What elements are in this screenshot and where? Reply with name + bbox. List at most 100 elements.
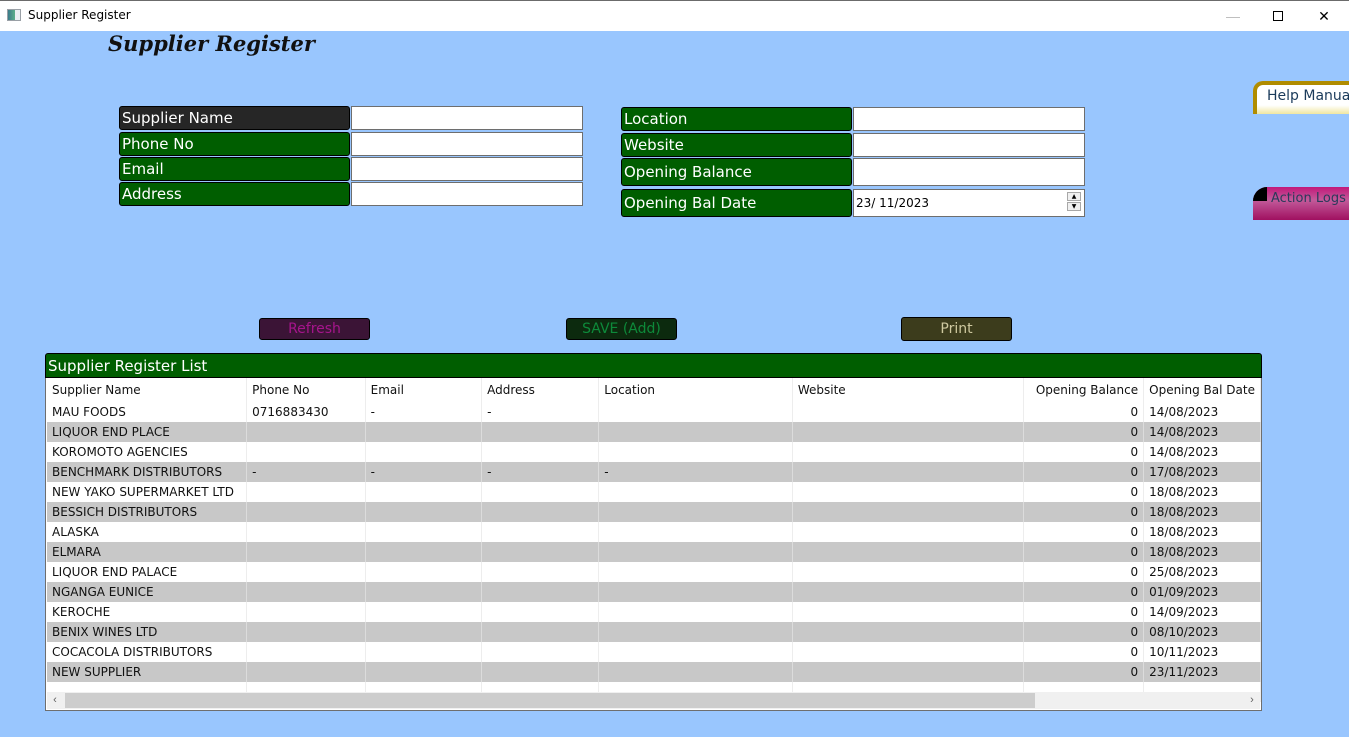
table-cell[interactable] [365,562,483,582]
phone-no-input[interactable] [351,132,583,156]
table-cell[interactable] [246,502,366,522]
table-cell[interactable]: BESSICH DISTRIBUTORS [47,502,248,522]
scroll-right-icon[interactable]: › [1244,692,1260,709]
table-cell[interactable]: BENCHMARK DISTRIBUTORS [47,462,248,482]
table-cell[interactable]: 0 [1023,422,1145,442]
scrollbar-thumb[interactable] [65,693,1035,708]
column-header[interactable]: Phone No [246,378,366,402]
table-cell[interactable] [246,482,366,502]
table-cell[interactable] [481,582,600,602]
table-cell[interactable]: 0 [1023,562,1145,582]
table-cell[interactable] [792,422,1025,442]
minimize-button[interactable]: — [1210,1,1256,31]
table-cell[interactable] [365,502,483,522]
help-manual-button[interactable]: Help Manual [1253,81,1349,114]
table-cell[interactable] [481,502,600,522]
horizontal-scrollbar[interactable]: ‹ › [47,692,1260,709]
column-header[interactable]: Email [365,378,483,402]
table-cell[interactable] [246,562,366,582]
spin-down-icon[interactable]: ▼ [1067,202,1081,211]
table-cell[interactable] [598,482,793,502]
table-cell[interactable]: - [481,402,600,422]
column-header[interactable]: Address [481,378,600,402]
table-row[interactable]: KOROMOTO AGENCIES 0 14/08/2023 [47,442,1261,462]
table-cell[interactable]: 0 [1023,622,1145,642]
table-cell[interactable] [792,402,1025,422]
table-cell[interactable] [598,582,793,602]
table-cell[interactable]: 0 [1023,662,1145,682]
table-cell[interactable] [365,482,483,502]
table-cell[interactable]: 08/10/2023 [1143,622,1261,642]
table-cell[interactable] [598,502,793,522]
refresh-button[interactable]: Refresh [259,318,370,340]
table-cell[interactable] [792,622,1025,642]
supplier-name-input[interactable] [351,106,583,130]
table-cell[interactable]: LIQUOR END PLACE [47,422,248,442]
table-cell[interactable]: NEW YAKO SUPERMARKET LTD [47,482,248,502]
table-cell[interactable] [481,422,600,442]
print-button[interactable]: Print [901,317,1012,341]
opening-bal-date-picker[interactable]: 23/ 11/2023 ▲ ▼ [853,189,1085,217]
table-cell[interactable]: - [246,462,366,482]
table-cell[interactable]: BENIX WINES LTD [47,622,248,642]
table-cell[interactable] [481,442,600,462]
table-cell[interactable]: 0 [1023,482,1145,502]
table-cell[interactable] [246,422,366,442]
table-cell[interactable]: - [365,462,483,482]
table-cell[interactable] [792,582,1025,602]
table-cell[interactable]: 0 [1023,522,1145,542]
table-cell[interactable] [481,542,600,562]
table-cell[interactable] [598,622,793,642]
table-cell[interactable] [792,462,1025,482]
table-cell[interactable] [481,622,600,642]
table-cell[interactable]: 17/08/2023 [1143,462,1261,482]
table-cell[interactable] [365,662,483,682]
table-cell[interactable] [792,602,1025,622]
table-cell[interactable] [365,602,483,622]
table-cell[interactable]: ALASKA [47,522,248,542]
opening-balance-input[interactable] [853,158,1085,186]
table-cell[interactable] [792,562,1025,582]
scroll-left-icon[interactable]: ‹ [47,692,63,709]
table-cell[interactable]: MAU FOODS [47,402,248,422]
table-cell[interactable] [246,642,366,662]
table-row[interactable]: KEROCHE 0 14/09/2023 [47,602,1261,622]
location-input[interactable] [853,107,1085,131]
table-cell[interactable]: - [481,462,600,482]
table-cell[interactable]: 0 [1023,542,1145,562]
table-cell[interactable] [365,642,483,662]
table-row[interactable]: COCACOLA DISTRIBUTORS 0 10/11/2023 [47,642,1261,662]
table-cell[interactable] [481,602,600,622]
table-cell[interactable] [481,562,600,582]
table-cell[interactable]: 10/11/2023 [1143,642,1261,662]
table-cell[interactable] [481,482,600,502]
table-cell[interactable] [365,622,483,642]
save-add-button[interactable]: SAVE (Add) [566,318,677,340]
table-cell[interactable]: NGANGA EUNICE [47,582,248,602]
table-cell[interactable]: 0716883430 [246,402,366,422]
table-cell[interactable]: 23/11/2023 [1143,662,1261,682]
table-cell[interactable] [481,662,600,682]
column-header[interactable]: Supplier Name [47,378,248,402]
table-cell[interactable] [246,522,366,542]
website-input[interactable] [853,133,1085,157]
table-cell[interactable]: 0 [1023,462,1145,482]
column-header[interactable]: Website [792,378,1025,402]
maximize-button[interactable] [1255,1,1301,31]
table-cell[interactable] [792,642,1025,662]
table-cell[interactable]: 0 [1023,402,1145,422]
table-row[interactable]: LIQUOR END PLACE 0 14/08/2023 [47,422,1261,442]
table-cell[interactable]: 14/08/2023 [1143,422,1261,442]
table-cell[interactable] [792,662,1025,682]
table-row[interactable]: BESSICH DISTRIBUTORS 0 18/08/2023 [47,502,1261,522]
table-cell[interactable] [598,402,793,422]
table-cell[interactable]: LIQUOR END PALACE [47,562,248,582]
table-cell[interactable] [792,482,1025,502]
table-cell[interactable]: 0 [1023,442,1145,462]
table-row[interactable]: LIQUOR END PALACE 0 25/08/2023 [47,562,1261,582]
spin-up-icon[interactable]: ▲ [1067,192,1081,201]
table-cell[interactable] [598,522,793,542]
address-input[interactable] [351,182,583,206]
table-cell[interactable] [365,542,483,562]
table-cell[interactable] [598,642,793,662]
